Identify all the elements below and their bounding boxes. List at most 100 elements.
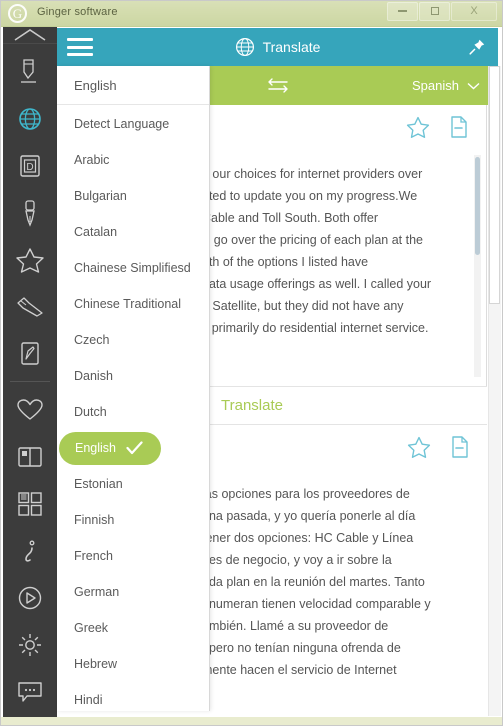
dropdown-item[interactable]: Czech	[57, 322, 209, 358]
dropdown-item[interactable]: Chinese Traditional	[57, 286, 209, 322]
dropdown-item[interactable]: Dutch	[57, 394, 209, 430]
dropdown-item[interactable]: Estonian	[57, 466, 209, 502]
heart-icon	[17, 398, 43, 420]
hamburger-bar	[67, 53, 93, 56]
sidebar-divider	[10, 381, 50, 382]
dropdown-item[interactable]: Finnish	[57, 502, 209, 538]
text-editor-icon	[21, 341, 39, 365]
window-controls: X	[387, 2, 497, 21]
minimize-icon	[398, 10, 407, 13]
chevron-down-icon	[467, 82, 480, 89]
sidebar-item-translate[interactable]	[3, 95, 57, 142]
globe-translate-icon	[19, 107, 41, 130]
selected-language-pill: English	[59, 431, 161, 465]
sidebar-item-info[interactable]	[3, 527, 57, 574]
dropdown-item-label: Hindi	[74, 693, 103, 707]
sidebar-item-play[interactable]	[3, 574, 57, 621]
settings-gear-icon	[19, 633, 41, 656]
dropdown-item-label: Chinese Traditional	[74, 297, 182, 311]
target-language-selector[interactable]: Spanish	[412, 66, 480, 105]
dropdown-item-label: German	[74, 585, 120, 599]
dropdown-item-label: Bulgarian	[74, 189, 127, 203]
star-icon	[406, 116, 430, 138]
chevron-up-icon	[14, 29, 46, 41]
target-text-panel: las opciones para los proveedores de ana…	[202, 425, 487, 708]
maximize-button[interactable]	[419, 2, 450, 21]
hamburger-icon[interactable]	[67, 38, 93, 56]
close-button[interactable]: X	[451, 2, 497, 21]
dropdown-item[interactable]: Danish	[57, 358, 209, 394]
hamburger-bar	[67, 45, 93, 49]
translate-button[interactable]: Translate	[202, 386, 487, 425]
dropdown-item[interactable]: Detect Language	[57, 106, 209, 142]
dropdown-item-label: Catalan	[74, 225, 118, 239]
sidebar-collapse-up-button[interactable]	[3, 27, 57, 44]
source-scrollbar-thumb[interactable]	[475, 157, 480, 255]
sidebar-item-favorites[interactable]	[3, 236, 57, 283]
ginger-translate-window: G Ginger software X D Translate Spanish …	[0, 0, 503, 726]
sidebar-items: D	[3, 44, 57, 715]
dropdown-item-label: Dutch	[74, 405, 107, 419]
dropdown-item-label: French	[74, 549, 113, 563]
copy-document-icon	[451, 116, 467, 138]
dropdown-item[interactable]: Bulgarian	[57, 178, 209, 214]
maximize-icon	[430, 7, 439, 16]
dropdown-item[interactable]: Catalan	[57, 214, 209, 250]
dropdown-item[interactable]: Arabic	[57, 142, 209, 178]
svg-text:D: D	[26, 162, 33, 173]
window-scrollbar-thumb[interactable]	[489, 66, 500, 304]
window-title: Ginger software	[37, 6, 118, 18]
sidebar-item-chat[interactable]	[3, 668, 57, 715]
dropdown-current-language[interactable]: English	[57, 66, 209, 105]
dropdown-item-label: Finnish	[74, 513, 115, 527]
chat-bubble-icon	[18, 681, 42, 702]
dropdown-item-label: Danish	[74, 369, 113, 383]
dropdown-item[interactable]: French	[57, 538, 209, 574]
dropdown-language-list[interactable]: Detect Language Arabic Bulgarian Catalan Cha…	[57, 106, 209, 711]
window-bottom-edge	[0, 717, 503, 726]
source-favorite-button[interactable]	[406, 116, 430, 144]
window-title-bar: G Ginger software X	[0, 0, 503, 27]
source-copy-button[interactable]	[448, 115, 470, 144]
swap-arrows-icon	[268, 78, 288, 93]
star-icon	[407, 436, 431, 458]
source-text-content[interactable]: g our choices for internet providers ove…	[202, 163, 470, 339]
dictionary-icon: D	[20, 154, 40, 177]
favorites-star-icon	[16, 247, 44, 273]
target-copy-button[interactable]	[449, 435, 471, 464]
app-logo-icon: G	[8, 4, 27, 23]
pin-button[interactable]	[468, 38, 486, 56]
sidebar-item-proofread[interactable]	[3, 48, 57, 95]
sidebar-item-settings[interactable]	[3, 621, 57, 668]
sidebar-item-rephrase[interactable]	[3, 283, 57, 330]
swap-languages-button[interactable]	[265, 75, 291, 95]
sidebar-item-grammar[interactable]	[3, 189, 57, 236]
header-title-label: Translate	[262, 39, 321, 55]
proofread-pen-icon	[21, 58, 36, 83]
check-icon	[126, 441, 143, 455]
dropdown-item[interactable]: Hebrew	[57, 646, 209, 682]
dropdown-item[interactable]: Hindi	[57, 682, 209, 711]
dropdown-item[interactable]: Greek	[57, 610, 209, 646]
book-icon	[18, 446, 42, 467]
globe-icon	[235, 38, 254, 56]
dropdown-item[interactable]: Chainese Simplifiesd	[57, 250, 209, 286]
grammar-pen-icon	[25, 199, 35, 227]
dropdown-item-label: Estonian	[74, 477, 123, 491]
minimize-button[interactable]	[387, 2, 418, 21]
target-language-label: Spanish	[412, 78, 459, 93]
dropdown-item-label: Detect Language	[74, 117, 170, 131]
dropdown-item[interactable]: German	[57, 574, 209, 610]
pin-icon	[469, 39, 485, 55]
dropdown-item-label: Chainese Simplifiesd	[74, 261, 191, 275]
copy-document-icon	[452, 436, 468, 458]
sidebar-item-dictionary[interactable]: D	[3, 142, 57, 189]
sidebar-item-text-editor[interactable]	[3, 330, 57, 377]
sidebar-item-heart[interactable]	[3, 386, 57, 433]
sidebar-item-book[interactable]	[3, 433, 57, 480]
target-favorite-button[interactable]	[407, 436, 431, 464]
dropdown-item-selected[interactable]: English	[57, 430, 209, 466]
target-text-content[interactable]: las opciones para los proveedores de ana…	[202, 483, 471, 681]
dropdown-item-label: Hebrew	[74, 657, 118, 671]
sidebar-item-apps[interactable]	[3, 480, 57, 527]
